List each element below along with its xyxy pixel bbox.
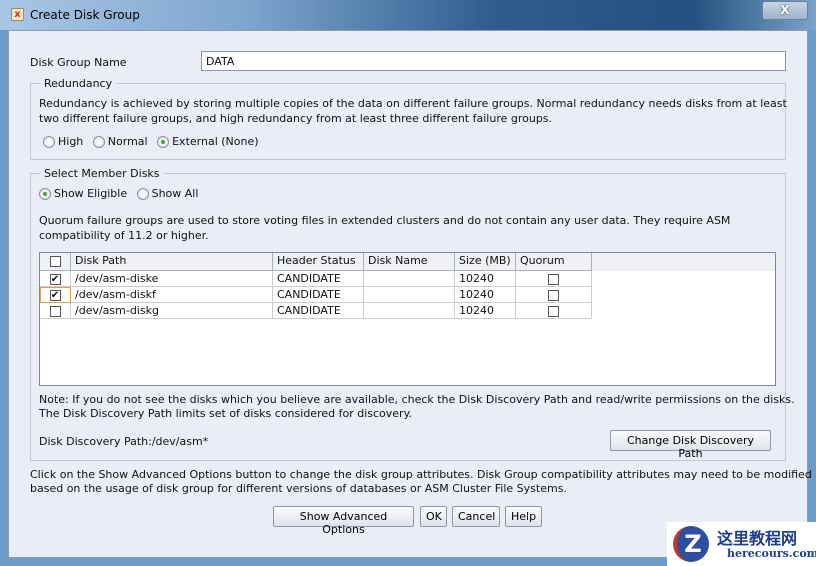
checkbox-icon (548, 289, 559, 301)
cancel-button[interactable]: Cancel (452, 506, 500, 527)
radio-icon (43, 136, 55, 148)
checkbox-checked-icon: ✔ (49, 273, 61, 285)
disk-path-cell: /dev/asm-diskg (71, 303, 273, 319)
radio-external[interactable]: External (None) (157, 135, 259, 148)
size-cell: 10240 (455, 287, 516, 303)
advanced-note: Click on the Show Advanced Options butto… (30, 468, 812, 481)
quorum-checkbox[interactable] (516, 287, 592, 303)
size-cell: 10240 (455, 271, 516, 287)
column-header[interactable]: Disk Name (364, 253, 455, 271)
checkbox-icon (548, 305, 559, 317)
window-title: Create Disk Group (30, 8, 140, 22)
radio-normal[interactable]: Normal (92, 135, 148, 148)
advanced-note-2: based on the usage of disk group for dif… (30, 482, 567, 495)
show-advanced-options-button[interactable]: Show Advanced Options (273, 506, 414, 536)
row-select-checkbox[interactable] (40, 303, 71, 319)
member-disks-legend: Select Member Disks (40, 167, 164, 180)
watermark-url: herecours.com (727, 547, 816, 560)
watermark-title: 这里教程网 (717, 529, 798, 548)
logo-icon: Z (673, 526, 709, 562)
watermark-logo: Z 这里教程网 herecours.com (667, 522, 816, 566)
radio-show-eligible[interactable]: Show Eligible (39, 187, 127, 200)
radio-selected-icon (39, 188, 51, 200)
quorum-note-2: compatibility of 11.2 or higher. (39, 229, 209, 242)
disk-name-cell (364, 303, 455, 319)
column-header[interactable]: Quorum (516, 253, 592, 271)
table-row[interactable]: ✔ /dev/asm-diskf CANDIDATE 10240 (40, 287, 592, 303)
redundancy-legend: Redundancy (40, 77, 117, 90)
disk-group-name-input[interactable]: DATA (201, 51, 786, 71)
checkbox-icon (548, 273, 559, 285)
row-select-checkbox[interactable]: ✔ (40, 287, 71, 303)
table-row[interactable]: /dev/asm-diskg CANDIDATE 10240 (40, 303, 592, 319)
column-header[interactable]: Disk Path (71, 253, 273, 271)
header-status-cell: CANDIDATE (273, 271, 364, 287)
discovery-note: Note: If you do not see the disks which … (39, 393, 795, 406)
help-button[interactable]: Help (505, 506, 542, 527)
app-icon: x (11, 8, 24, 21)
radio-icon (92, 136, 105, 148)
radio-label: Normal (107, 135, 148, 148)
quorum-note: Quorum failure groups are used to store … (39, 214, 731, 227)
radio-icon (136, 188, 149, 200)
size-cell: 10240 (455, 303, 516, 319)
radio-label: Show Eligible (54, 187, 128, 200)
radio-show-all[interactable]: Show All (136, 187, 199, 200)
checkbox-icon (49, 255, 61, 267)
checkbox-icon (49, 305, 61, 317)
radio-label: Show All (151, 187, 199, 200)
checkbox-checked-icon: ✔ (49, 289, 61, 301)
ok-button[interactable]: OK (420, 506, 447, 527)
discovery-path-label: Disk Discovery Path:/dev/asm* (39, 435, 209, 448)
redundancy-description-2: two different failure groups, and high r… (39, 112, 553, 125)
column-header[interactable]: Size (MB) (455, 253, 516, 271)
column-header[interactable]: Header Status (273, 253, 364, 271)
radio-label: External (None) (172, 135, 259, 148)
disk-table: Disk Path Header Status Disk Name Size (… (39, 252, 776, 386)
table-row[interactable]: ✔ /dev/asm-diske CANDIDATE 10240 (40, 271, 592, 287)
radio-high[interactable]: High (43, 135, 83, 148)
discovery-note-2: The Disk Discovery Path limits set of di… (39, 407, 413, 420)
close-button[interactable]: X (762, 1, 808, 20)
disk-path-cell: /dev/asm-diske (71, 271, 273, 287)
table-header: Disk Path Header Status Disk Name Size (… (40, 253, 775, 271)
disk-path-cell: /dev/asm-diskf (71, 287, 273, 303)
select-all-checkbox[interactable] (40, 253, 71, 271)
quorum-checkbox[interactable] (516, 303, 592, 319)
change-discovery-path-button[interactable]: Change Disk Discovery Path (610, 430, 771, 460)
row-select-checkbox[interactable]: ✔ (40, 271, 71, 287)
quorum-checkbox[interactable] (516, 271, 592, 287)
disk-name-cell (364, 287, 455, 303)
header-status-cell: CANDIDATE (273, 303, 364, 319)
header-status-cell: CANDIDATE (273, 287, 364, 303)
disk-group-name-label: Disk Group Name (30, 56, 127, 69)
radio-label: High (58, 135, 84, 148)
disk-name-cell (364, 271, 455, 287)
redundancy-description: Redundancy is achieved by storing multip… (39, 97, 787, 110)
radio-selected-icon (157, 136, 170, 148)
